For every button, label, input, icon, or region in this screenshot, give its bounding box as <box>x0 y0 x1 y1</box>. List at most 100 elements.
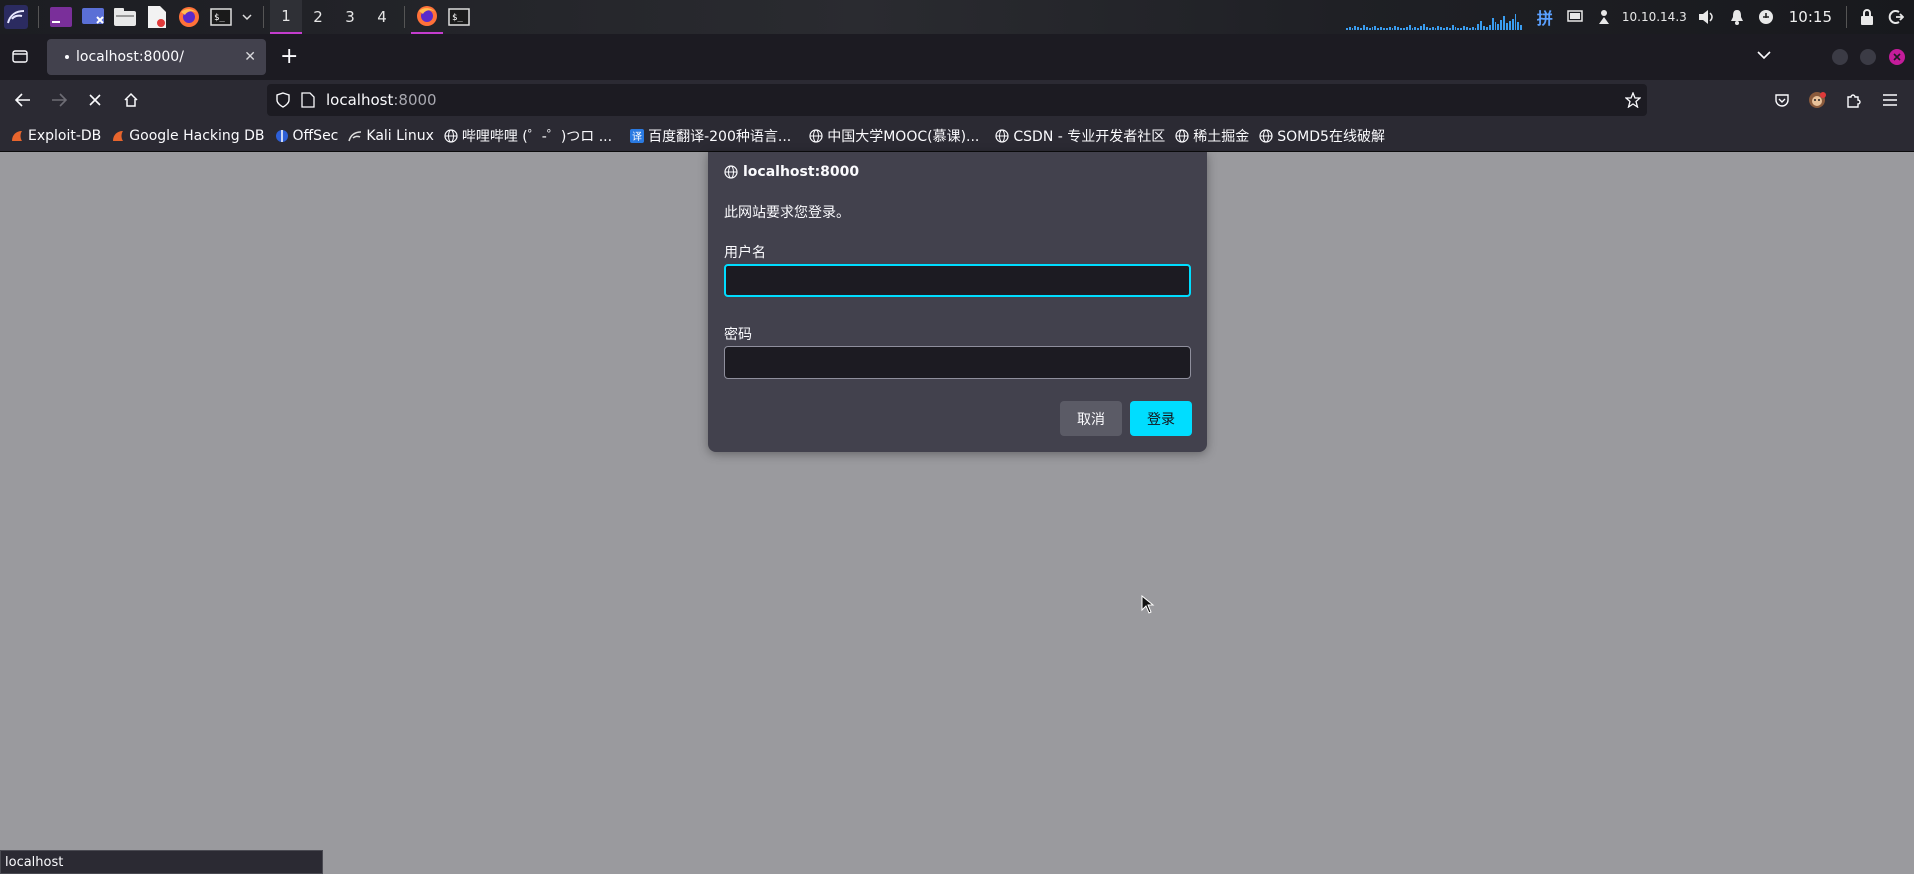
network-activity-bar <box>1514 14 1517 30</box>
bookmark-somd5[interactable]: SOMD5在线破解 <box>1259 126 1385 146</box>
bookmark-google-hacking-db[interactable]: Google Hacking DB <box>111 128 265 144</box>
password-label: 密码 <box>724 327 752 343</box>
close-tab-icon[interactable]: ✕ <box>244 49 256 65</box>
bookmark-exploit-db[interactable]: Exploit-DB <box>10 128 101 144</box>
firefox-view-icon[interactable] <box>12 48 28 68</box>
navigation-toolbar: localhost:8000 <box>0 80 1914 120</box>
workspace-3-button[interactable]: 3 <box>334 0 366 34</box>
extension-monkey-icon[interactable] <box>1807 90 1827 110</box>
mouse-cursor <box>1141 594 1155 619</box>
new-tab-button[interactable]: + <box>280 46 298 68</box>
hamburger-menu-icon[interactable] <box>1880 90 1900 110</box>
bookmark-label: CSDN - 专业开发者社区 <box>1013 128 1166 145</box>
network-activity-bar <box>1431 27 1434 30</box>
bookmark-offsec[interactable]: OffSec <box>275 128 338 144</box>
login-button[interactable]: 登录 <box>1130 401 1192 436</box>
globe-icon <box>1259 128 1273 143</box>
home-button[interactable] <box>121 90 141 110</box>
tab-localhost[interactable]: localhost:8000/ ✕ <box>47 39 266 75</box>
network-activity-bar <box>1445 27 1448 30</box>
notification-bell-icon[interactable] <box>1730 9 1744 25</box>
network-activity-bar <box>1405 27 1408 30</box>
network-activity-bar <box>1503 16 1505 30</box>
input-method-indicator[interactable]: 拼 <box>1537 5 1553 29</box>
bookmark-csdn[interactable]: CSDN - 专业开发者社区 <box>995 126 1165 146</box>
terminal-launcher-icon[interactable] <box>48 4 74 30</box>
network-activity-bar <box>1357 27 1360 30</box>
network-activity-bar <box>1494 22 1497 30</box>
workspace-1-button[interactable]: 1 <box>270 0 302 34</box>
chevron-down-icon[interactable] <box>240 4 254 30</box>
network-activity-bar <box>1434 28 1437 30</box>
taskbar-separator <box>263 6 264 28</box>
network-activity-bar <box>1457 28 1460 30</box>
url-text[interactable]: localhost:8000 <box>326 91 437 109</box>
baidu-translate-icon: 译 <box>630 128 645 143</box>
power-status-icon[interactable] <box>1758 9 1774 25</box>
volume-icon[interactable] <box>1698 9 1716 25</box>
globe-icon <box>724 165 738 179</box>
username-input[interactable] <box>724 264 1191 297</box>
shield-icon[interactable] <box>275 92 291 108</box>
network-activity-bar <box>1371 27 1374 30</box>
network-activity-bar <box>1380 27 1383 30</box>
bookmark-juejin[interactable]: 稀土掘金 <box>1175 126 1249 146</box>
network-activity-bar <box>1363 25 1365 30</box>
firefox-window-button[interactable] <box>411 0 443 34</box>
network-activity-bar <box>1497 24 1500 30</box>
password-input[interactable] <box>724 346 1191 379</box>
network-activity-bar <box>1397 27 1400 30</box>
forward-button[interactable] <box>49 90 69 110</box>
minimize-window-button[interactable] <box>1832 49 1848 65</box>
network-activity-bar <box>1374 26 1377 30</box>
display-icon[interactable] <box>1567 10 1583 24</box>
kali-menu-icon[interactable] <box>3 4 29 30</box>
page-info-icon[interactable] <box>301 92 315 108</box>
network-activity-bar <box>1465 27 1468 30</box>
http-auth-dialog: localhost:8000 此网站要求您登录。 用户名 密码 取消 登录 <box>708 152 1207 452</box>
bookmark-label: Exploit-DB <box>28 127 102 144</box>
bookmark-bilibili[interactable]: 哔哩哔哩 (゜-゜)つロ ... <box>444 126 612 146</box>
network-activity-bar <box>1454 27 1457 30</box>
network-activity-bar <box>1420 26 1423 30</box>
lock-icon[interactable] <box>1860 9 1874 25</box>
terminal-window-button[interactable]: $_ <box>443 0 475 34</box>
stop-loading-button[interactable] <box>85 90 105 110</box>
extensions-icon[interactable] <box>1843 90 1863 110</box>
taskbar-separator <box>38 6 39 28</box>
workspace-4-button[interactable]: 4 <box>366 0 398 34</box>
text-editor-icon[interactable] <box>144 4 170 30</box>
network-activity-bar <box>1425 27 1428 30</box>
network-activity-bar <box>1505 23 1508 30</box>
bookmark-mooc[interactable]: 中国大学MOOC(慕课)... <box>809 126 979 146</box>
taskbar-separator <box>404 6 405 28</box>
url-port: :8000 <box>393 91 437 109</box>
network-activity-bar <box>1440 27 1443 30</box>
clock[interactable]: 10:15 <box>1789 8 1832 26</box>
close-window-button[interactable] <box>1889 49 1905 65</box>
bookmark-star-icon[interactable] <box>1625 92 1641 108</box>
bookmark-baidu-translate[interactable]: 译 百度翻译-200种语言... <box>630 126 791 146</box>
bookmark-kali-linux[interactable]: Kali Linux <box>348 128 434 144</box>
address-bar[interactable]: localhost:8000 <box>267 84 1647 116</box>
pocket-icon[interactable] <box>1772 90 1792 110</box>
svg-text:译: 译 <box>632 131 642 143</box>
firefox-launcher-icon[interactable] <box>176 4 202 30</box>
network-activity-bar <box>1520 25 1523 30</box>
dialog-origin: localhost:8000 <box>743 164 860 180</box>
logout-icon[interactable] <box>1888 9 1904 25</box>
network-activity-bar <box>1400 28 1403 30</box>
desktop-switch-icon[interactable] <box>80 4 106 30</box>
cancel-button[interactable]: 取消 <box>1060 401 1122 436</box>
file-manager-icon[interactable] <box>112 4 138 30</box>
network-activity-bar <box>1471 27 1474 30</box>
terminal-icon[interactable]: $_ <box>208 4 234 30</box>
back-button[interactable] <box>13 90 33 110</box>
network-activity-bar <box>1460 28 1463 30</box>
list-all-tabs-icon[interactable] <box>1757 48 1771 64</box>
network-activity-bar <box>1423 24 1425 30</box>
maximize-window-button[interactable] <box>1860 49 1876 65</box>
input-method-label: 拼 <box>1536 9 1553 28</box>
vpn-network-icon[interactable] <box>1597 9 1611 25</box>
workspace-2-button[interactable]: 2 <box>302 0 334 34</box>
